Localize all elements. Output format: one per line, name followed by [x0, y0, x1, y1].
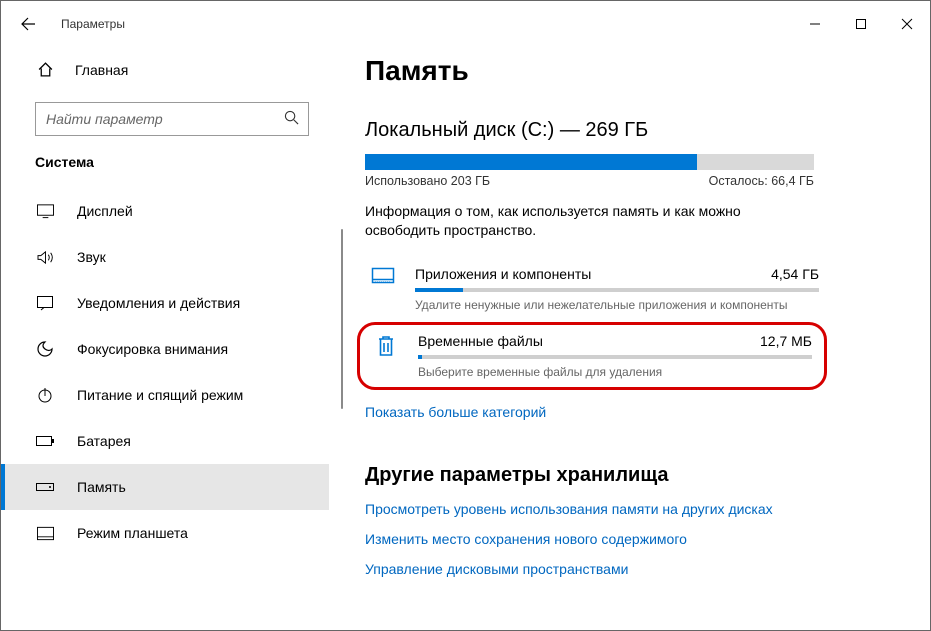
sidebar-item-label: Режим планшета [77, 525, 188, 541]
minimize-button[interactable] [792, 8, 838, 40]
category-hint: Выберите временные файлы для удаления [418, 365, 812, 379]
category-hint: Удалите ненужные или нежелательные прило… [415, 298, 819, 312]
battery-icon [35, 435, 55, 447]
main-content: Память Локальный диск (C:) — 269 ГБ Испо… [329, 47, 930, 630]
category-size: 4,54 ГБ [771, 266, 819, 282]
sidebar-item-label: Звук [77, 249, 106, 265]
maximize-icon [856, 19, 866, 29]
disk-heading: Локальный диск (C:) — 269 ГБ [365, 119, 900, 142]
sidebar-item-label: Питание и спящий режим [77, 387, 243, 403]
storage-category-temp[interactable]: Временные файлы 12,7 МБ Выберите временн… [368, 331, 816, 381]
sidebar-home[interactable]: Главная [1, 51, 329, 88]
disk-usage-fill [365, 154, 697, 170]
category-bar [415, 288, 819, 292]
disk-usage-labels: Использовано 203 ГБ Осталось: 66,4 ГБ [365, 174, 814, 188]
search-input[interactable] [35, 102, 309, 136]
back-button[interactable] [13, 9, 43, 39]
sidebar-category-title: Система [1, 150, 329, 188]
category-bar [418, 355, 812, 359]
home-icon [35, 61, 55, 78]
free-label: Осталось: 66,4 ГБ [709, 174, 814, 188]
show-more-link[interactable]: Показать больше категорий [365, 404, 900, 420]
sidebar-item-label: Память [77, 479, 126, 495]
power-icon [35, 387, 55, 403]
window-title: Параметры [61, 17, 125, 31]
apps-icon [369, 266, 397, 312]
storage-category-apps[interactable]: Приложения и компоненты 4,54 ГБ Удалите … [365, 256, 825, 322]
close-button[interactable] [884, 8, 930, 40]
other-storage-heading: Другие параметры хранилища [365, 464, 900, 487]
link-change-save-location[interactable]: Изменить место сохранения нового содержи… [365, 531, 900, 547]
storage-description: Информация о том, как используется памят… [365, 202, 814, 240]
link-storage-spaces[interactable]: Управление дисковыми пространствами [365, 561, 900, 577]
used-label: Использовано 203 ГБ [365, 174, 490, 188]
highlight-annotation: Временные файлы 12,7 МБ Выберите временн… [357, 322, 827, 390]
link-other-drives[interactable]: Просмотреть уровень использования памяти… [365, 501, 900, 517]
storage-icon [35, 482, 55, 492]
minimize-icon [810, 19, 820, 29]
tablet-icon [35, 526, 55, 541]
sidebar-item-label: Дисплей [77, 203, 133, 219]
category-size: 12,7 МБ [760, 333, 812, 349]
sidebar-item-power[interactable]: Питание и спящий режим [1, 372, 329, 418]
trash-icon [372, 333, 400, 379]
page-title: Память [365, 55, 900, 87]
sidebar-item-display[interactable]: Дисплей [1, 188, 329, 234]
sidebar-item-notifications[interactable]: Уведомления и действия [1, 280, 329, 326]
sidebar-home-label: Главная [75, 62, 128, 78]
sidebar-item-focus[interactable]: Фокусировка внимания [1, 326, 329, 372]
window-controls [792, 8, 930, 40]
sidebar-item-label: Уведомления и действия [77, 295, 240, 311]
sidebar-item-storage[interactable]: Память [1, 464, 329, 510]
category-title: Приложения и компоненты [415, 266, 591, 282]
back-arrow-icon [20, 16, 36, 32]
search-container [35, 102, 309, 136]
disk-usage-bar [365, 154, 814, 170]
sidebar-item-label: Фокусировка внимания [77, 341, 228, 357]
search-icon [284, 110, 299, 128]
notifications-icon [35, 295, 55, 311]
maximize-button[interactable] [838, 8, 884, 40]
sidebar-item-label: Батарея [77, 433, 131, 449]
sound-icon [35, 250, 55, 265]
display-icon [35, 204, 55, 218]
close-icon [902, 19, 912, 29]
focus-icon [35, 341, 55, 357]
sidebar-item-tablet[interactable]: Режим планшета [1, 510, 329, 556]
category-title: Временные файлы [418, 333, 543, 349]
sidebar-item-battery[interactable]: Батарея [1, 418, 329, 464]
titlebar: Параметры [1, 1, 930, 47]
sidebar-item-sound[interactable]: Звук [1, 234, 329, 280]
sidebar: Главная Система Дисплей Звук Уведомления… [1, 47, 329, 630]
